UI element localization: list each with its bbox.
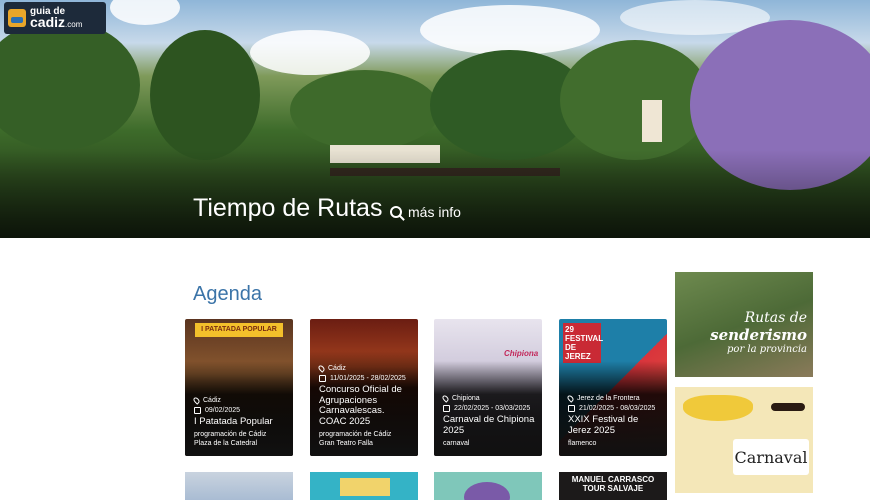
- card-title: I Patatada Popular: [194, 415, 273, 427]
- carnaval-label: Carnaval: [733, 439, 809, 475]
- more-info-link[interactable]: más info: [390, 204, 461, 220]
- poster-heading: 29 FESTIVAL DE JEREZ: [563, 323, 604, 363]
- card-info: Chipiona 22/02/2025 - 03/03/2025 Carnava…: [441, 394, 538, 448]
- cloud: [250, 30, 370, 75]
- hero-shade: [0, 150, 870, 238]
- card-location: Cádiz: [192, 395, 289, 405]
- agenda-card[interactable]: MANUEL CARRASCO TOUR SALVAJE: [559, 472, 667, 500]
- date-text: 22/02/2025 - 03/03/2025: [454, 405, 531, 412]
- hero-banner[interactable]: guia de cadiz.com Tiempo de Rutas más in…: [0, 0, 870, 238]
- tower: [642, 100, 662, 142]
- location-pin-icon: [192, 395, 201, 405]
- location-pin-icon: [441, 394, 450, 403]
- agenda-card[interactable]: [434, 472, 542, 500]
- tree: [290, 70, 440, 150]
- banner-line3: por la provincia: [727, 344, 807, 355]
- poster-shape: [464, 482, 510, 500]
- location-text: Cádiz: [203, 396, 221, 404]
- mustache-icon: [771, 403, 805, 411]
- card-info: Cádiz 09/02/2025 I Patatada Popular prog…: [192, 395, 289, 449]
- more-info-label: más info: [408, 204, 461, 220]
- agenda-card[interactable]: [310, 472, 418, 500]
- location-pin-icon: [317, 364, 326, 373]
- card-info: Jerez de la Frontera 21/02/2025 - 08/03/…: [566, 394, 663, 448]
- tree: [150, 30, 260, 160]
- location-pin-icon: [566, 394, 575, 403]
- agenda-card[interactable]: [185, 472, 293, 500]
- card-title: Concurso Oficial de Agrupaciones Carnava…: [319, 384, 402, 427]
- location-text: Chipiona: [452, 395, 480, 402]
- banner-text: Rutas de senderismo por la provincia: [710, 310, 807, 355]
- mask-icon: [683, 395, 753, 421]
- card-venue: Plaza de la Catedral: [194, 440, 258, 447]
- tree: [560, 40, 710, 160]
- poster-heading: MANUEL CARRASCO TOUR SALVAJE: [571, 475, 655, 493]
- logo-text: guia de cadiz.com: [30, 6, 82, 30]
- poster-heading: I PATATADA POPULAR: [195, 323, 283, 337]
- cloud: [110, 0, 180, 25]
- card-category: programación de Cádiz: [194, 431, 267, 438]
- card-category: flamenco: [568, 440, 597, 447]
- agenda-card[interactable]: I PATATADA POPULAR Cádiz 09/02/2025 I Pa…: [185, 319, 293, 456]
- agenda-card[interactable]: 29 FESTIVAL DE JEREZ Jerez de la Fronter…: [559, 319, 667, 456]
- card-date: 21/02/2025 - 08/03/2025: [568, 405, 663, 412]
- card-title: XXIX Festival de Jerez 2025: [568, 414, 639, 436]
- calendar-icon: [443, 405, 450, 412]
- search-icon: [390, 206, 402, 218]
- date-text: 21/02/2025 - 08/03/2025: [579, 405, 656, 412]
- calendar-icon: [568, 405, 575, 412]
- logo-line2: cadiz: [30, 14, 66, 30]
- banner-line1: Rutas de: [744, 310, 807, 326]
- card-date: 09/02/2025: [194, 406, 289, 414]
- hiking-routes-banner[interactable]: Rutas de senderismo por la provincia: [675, 272, 813, 377]
- agenda-title: Agenda: [193, 283, 262, 305]
- card-location: Jerez de la Frontera: [566, 394, 663, 403]
- hero-title[interactable]: Tiempo de Rutas: [193, 194, 382, 223]
- card-venue: Gran Teatro Falla: [319, 440, 373, 447]
- location-text: Cádiz: [328, 365, 346, 372]
- calendar-icon: [194, 406, 201, 414]
- agenda-card[interactable]: Cádiz 11/01/2025 - 28/02/2025 Concurso O…: [310, 319, 418, 456]
- calendar-icon: [319, 375, 326, 382]
- carnaval-banner[interactable]: Carnaval: [675, 387, 813, 493]
- card-category: programación de Cádiz: [319, 431, 392, 438]
- card-title: Carnaval de Chipiona 2025: [443, 414, 535, 436]
- date-text: 11/01/2025 - 28/02/2025: [330, 375, 406, 382]
- agenda-card[interactable]: Chipiona Chipiona 22/02/2025 - 03/03/202…: [434, 319, 542, 456]
- location-text: Jerez de la Frontera: [577, 395, 640, 402]
- tree: [0, 20, 140, 150]
- date-text: 09/02/2025: [205, 406, 241, 414]
- card-date: 11/01/2025 - 28/02/2025: [319, 375, 414, 382]
- card-location: Chipiona: [441, 394, 538, 403]
- card-category: carnaval: [443, 440, 470, 447]
- card-info: Cádiz 11/01/2025 - 28/02/2025 Concurso O…: [317, 364, 414, 448]
- logo-suffix: .com: [65, 20, 83, 29]
- card-date: 22/02/2025 - 03/03/2025: [443, 405, 538, 412]
- poster-sign: [340, 478, 390, 496]
- poster-heading: Chipiona: [504, 349, 539, 358]
- card-location: Cádiz: [317, 364, 414, 373]
- logo-icon: [8, 9, 26, 27]
- cloud: [420, 5, 600, 55]
- banner-line2: senderismo: [710, 326, 807, 344]
- site-logo[interactable]: guia de cadiz.com: [4, 2, 106, 34]
